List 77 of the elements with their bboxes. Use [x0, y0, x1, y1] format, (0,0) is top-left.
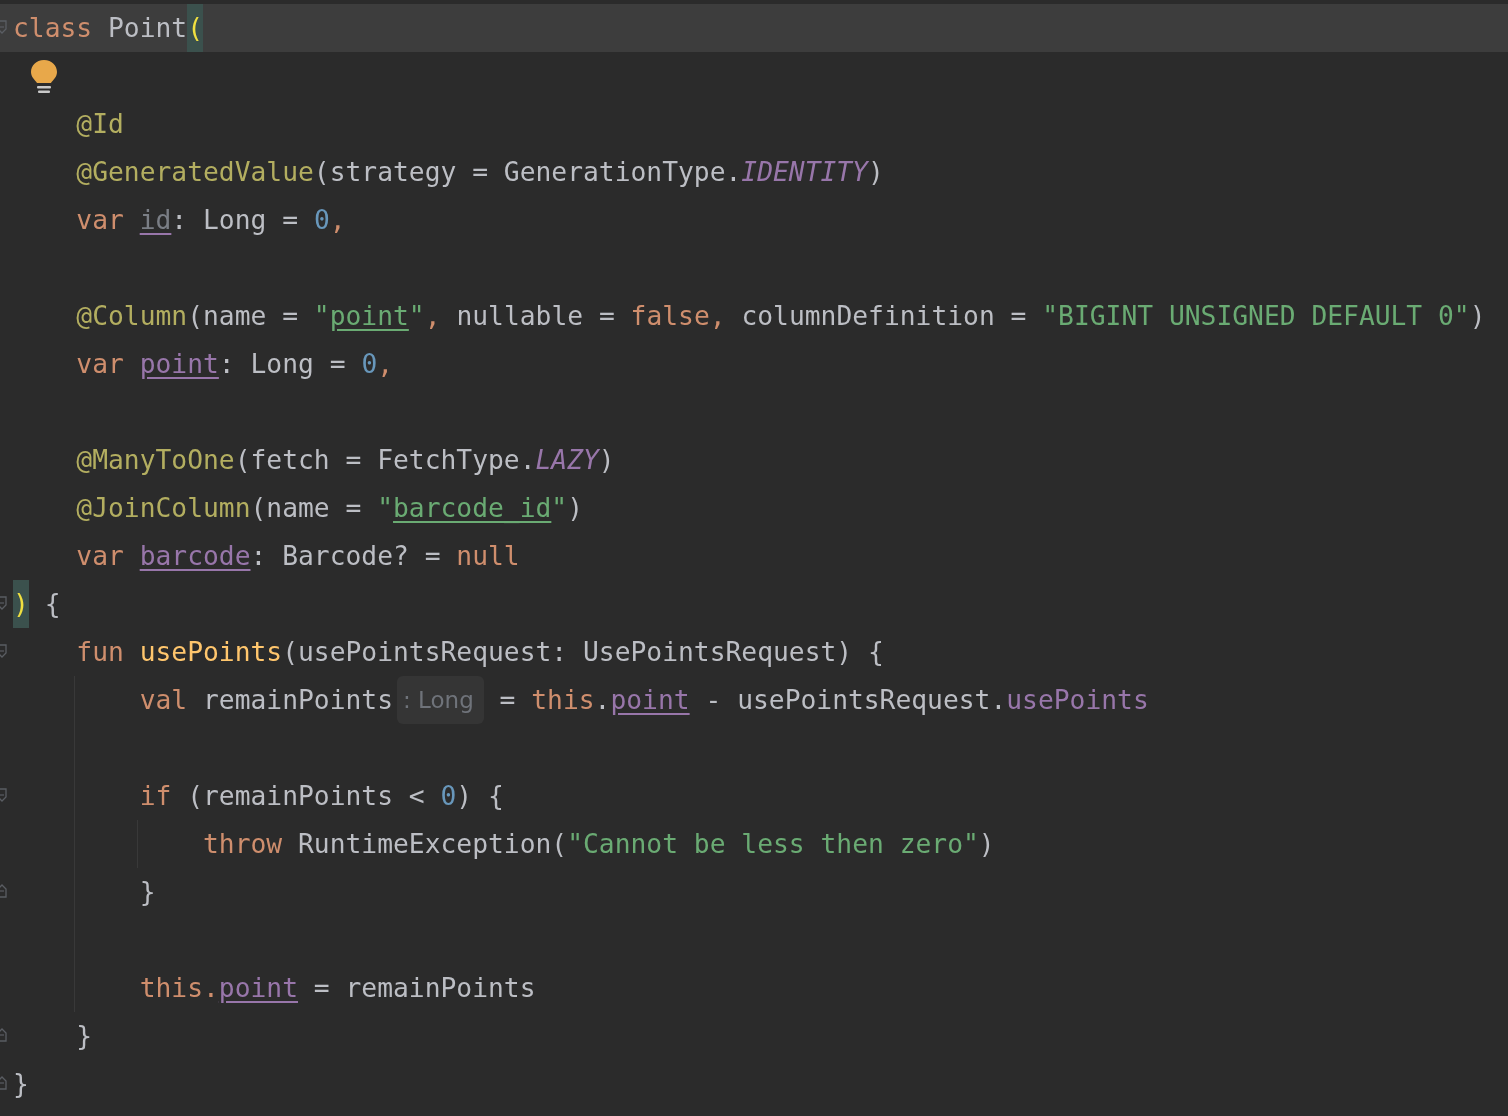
keyword: if: [139, 780, 172, 813]
string-literal: ": [313, 300, 330, 333]
fold-marker-icon[interactable]: [0, 1076, 7, 1090]
property: point: [139, 348, 219, 381]
keyword: ,: [329, 204, 346, 237]
code-text: nullable =: [456, 300, 615, 333]
number-literal: 0: [313, 204, 330, 237]
string-literal: "BIGINT UNSIGNED DEFAULT 0": [1042, 300, 1470, 333]
keyword: var: [76, 540, 124, 573]
keyword: ,: [377, 348, 394, 381]
code-text: columnDefinition =: [741, 300, 1027, 333]
property: usePoints: [1006, 684, 1149, 717]
function-name: usePoints: [139, 636, 283, 669]
string-literal: ": [551, 492, 568, 525]
lightbulb-icon[interactable]: [30, 59, 58, 95]
code-text: (usePointsRequest: UsePointsRequest) {: [282, 636, 884, 669]
property: barcode: [139, 540, 251, 573]
fold-marker-icon[interactable]: [0, 20, 7, 34]
fold-marker-icon[interactable]: [0, 644, 7, 658]
keyword: throw: [203, 828, 283, 861]
code-text: }: [13, 1068, 29, 1101]
inlay-hint: : Long: [397, 676, 484, 724]
keyword: var: [76, 204, 124, 237]
matched-brace: (: [187, 4, 204, 52]
code-text: : Long =: [218, 348, 346, 381]
code-text: ): [567, 492, 584, 525]
code-text: ): [978, 828, 995, 861]
string-literal: point: [329, 300, 409, 333]
constant: IDENTITY: [741, 156, 868, 189]
code-text: }: [139, 876, 156, 909]
string-literal: ": [408, 300, 425, 333]
unused-property: id: [139, 204, 172, 237]
keyword: this.: [139, 972, 219, 1005]
matched-brace: ): [13, 580, 29, 628]
string-literal: barcode_id: [393, 492, 552, 525]
keyword: val: [139, 684, 188, 717]
fold-marker-icon[interactable]: [0, 596, 7, 610]
code-text: .: [594, 684, 611, 717]
code-text: (strategy = GenerationType.: [313, 156, 742, 189]
code-text: RuntimeException(: [298, 828, 568, 861]
annotation: @JoinColumn: [76, 492, 251, 525]
annotation: @Column: [76, 300, 188, 333]
code-text: }: [76, 1020, 93, 1053]
code-text: Point: [108, 12, 188, 45]
keyword: class: [13, 12, 93, 45]
string-literal: ": [377, 492, 393, 525]
annotation: @GeneratedValue: [76, 156, 314, 189]
code-text: =: [499, 684, 516, 717]
code-text: (fetch = FetchType.: [234, 444, 536, 477]
keyword: this: [531, 684, 595, 717]
code-text: (name =: [250, 492, 362, 525]
code-text: ): [1469, 300, 1486, 333]
code-text: ) {: [456, 780, 504, 813]
keyword: null: [456, 540, 520, 573]
fold-marker-icon[interactable]: [0, 1028, 7, 1042]
property: point: [610, 684, 690, 717]
code-text: : Barcode? =: [250, 540, 441, 573]
fold-marker-icon[interactable]: [0, 884, 7, 898]
fold-marker-icon[interactable]: [0, 788, 7, 802]
number-literal: 0: [440, 780, 457, 813]
keyword: fun: [76, 636, 124, 669]
annotation: @ManyToOne: [76, 444, 235, 477]
code-text: remainPoints: [203, 684, 393, 717]
code-text: (name =: [187, 300, 298, 333]
string-literal: "Cannot be less then zero": [567, 828, 979, 861]
code-text: {: [44, 588, 61, 621]
code-text: : Long =: [171, 204, 299, 237]
annotation: @Id: [76, 108, 124, 141]
keyword: false,: [630, 300, 726, 333]
code-text: - usePointsRequest.: [705, 684, 1007, 717]
code-text: = remainPoints: [313, 972, 536, 1005]
number-literal: 0: [361, 348, 378, 381]
keyword: var: [76, 348, 124, 381]
constant: LAZY: [535, 444, 599, 477]
property: point: [218, 972, 298, 1005]
keyword: ,: [424, 300, 441, 333]
code-text: (remainPoints <: [187, 780, 425, 813]
